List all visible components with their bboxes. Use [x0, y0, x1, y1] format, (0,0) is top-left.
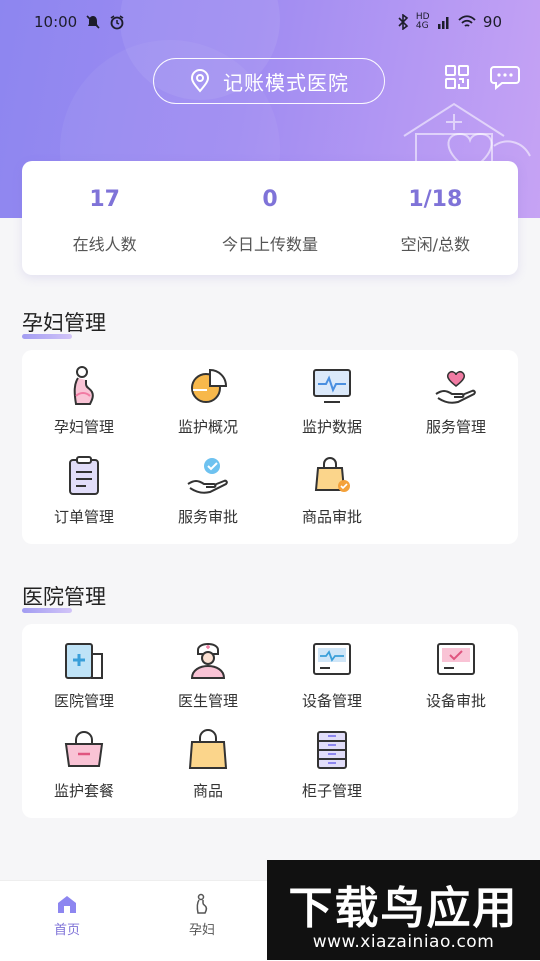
- bag-check-icon: [314, 457, 350, 492]
- section-title-text: 医院管理: [22, 585, 106, 609]
- signal-icon: [437, 17, 449, 29]
- pregnant-tab-icon: [196, 893, 208, 914]
- tab-label: 首页: [53, 923, 80, 938]
- menu-item-service-management[interactable]: 服务管理: [394, 364, 518, 438]
- wifi-icon: [458, 15, 476, 27]
- stat-label: 在线人数: [72, 235, 137, 254]
- menu-item-service-approval[interactable]: 服务审批: [146, 454, 270, 528]
- menu-item-cabinet-management[interactable]: 柜子管理: [270, 728, 394, 802]
- stat-online-count[interactable]: 17 在线人数: [22, 161, 187, 275]
- menu-item-label: 柜子管理: [301, 782, 362, 800]
- watermark-url: www.xiazainiao.com: [312, 932, 495, 952]
- message-icon[interactable]: [490, 64, 520, 90]
- hospital-menu-grid: 医院管理 医生管理 设备管理 设备审批 监护套餐 商品 柜子管理: [22, 638, 518, 802]
- menu-item-label: 服务审批: [177, 508, 238, 526]
- watermark-overlay: 下载鸟应用 www.xiazainiao.com: [267, 860, 540, 960]
- alarm-icon: [110, 15, 124, 30]
- hospital-menu-card: 医院管理 医生管理 设备管理 设备审批 监护套餐 商品 柜子管理: [22, 624, 518, 818]
- device-approve-icon: [437, 643, 475, 675]
- menu-item-label: 设备管理: [301, 692, 362, 710]
- menu-item-products[interactable]: 商品: [146, 728, 270, 802]
- menu-item-label: 孕妇管理: [53, 418, 114, 436]
- menu-item-label: 商品审批: [301, 508, 362, 526]
- menu-item-hospital-management[interactable]: 医院管理: [22, 638, 146, 712]
- menu-item-label: 医生管理: [177, 692, 238, 710]
- network-type: HD 4G: [415, 12, 430, 31]
- battery-level: 90: [482, 13, 502, 31]
- bluetooth-icon: [398, 14, 409, 30]
- stat-value: 17: [89, 187, 120, 212]
- hospital-name: 记账模式医院: [223, 70, 349, 95]
- hospital-icon: [65, 643, 103, 679]
- cabinet-icon: [317, 731, 347, 769]
- status-time: 10:00: [34, 13, 78, 31]
- mute-icon: [86, 15, 100, 29]
- menu-item-label: 服务管理: [425, 418, 486, 436]
- tab-label: 孕妇: [188, 923, 215, 938]
- menu-item-doctor-management[interactable]: 医生管理: [146, 638, 270, 712]
- watermark-brand: 下载鸟应用: [288, 883, 519, 934]
- package-icon: [64, 731, 104, 767]
- stat-uploads-today[interactable]: 0 今日上传数量: [187, 161, 352, 275]
- qr-code-icon[interactable]: [444, 64, 470, 90]
- tab-pregnant[interactable]: 孕妇: [162, 893, 242, 938]
- stats-card: 17 在线人数 0 今日上传数量 1/18 空闲/总数: [22, 161, 518, 275]
- menu-item-label: 商品: [192, 782, 223, 800]
- doctor-icon: [190, 643, 226, 679]
- home-icon: [58, 896, 76, 913]
- menu-item-label: 订单管理: [53, 508, 114, 526]
- hospital-selector[interactable]: 记账模式医院: [153, 58, 385, 104]
- menu-item-monitoring-data[interactable]: 监护数据: [270, 364, 394, 438]
- status-bar: 10:00 HD 4G 90: [0, 0, 540, 46]
- stat-label: 今日上传数量: [221, 235, 318, 254]
- menu-item-device-management[interactable]: 设备管理: [270, 638, 394, 712]
- pregnant-woman-icon: [73, 366, 94, 405]
- menu-item-label: 监护套餐: [53, 782, 114, 800]
- clipboard-icon: [69, 456, 99, 495]
- shopping-bag-icon: [188, 729, 228, 769]
- section-title-text: 孕妇管理: [22, 311, 106, 335]
- menu-item-label: 监护数据: [301, 418, 362, 436]
- menu-item-label: 监护概况: [177, 418, 238, 436]
- stat-value: 0: [262, 187, 278, 212]
- device-icon: [313, 643, 351, 675]
- stat-value: 1/18: [408, 187, 463, 212]
- pie-chart-icon: [191, 368, 228, 403]
- menu-item-monitoring-package[interactable]: 监护套餐: [22, 728, 146, 802]
- status-right: HD 4G 90: [397, 13, 502, 31]
- section-title-pregnant: 孕妇管理: [22, 307, 106, 339]
- stat-idle-total[interactable]: 1/18 空闲/总数: [353, 161, 518, 275]
- pregnant-menu-card: 孕妇管理 监护概况 监护数据 服务管理 订单管理 服务审批 商品审批: [22, 350, 518, 544]
- menu-item-device-approval[interactable]: 设备审批: [394, 638, 518, 712]
- section-title-hospital: 医院管理: [22, 581, 106, 613]
- pregnant-menu-grid: 孕妇管理 监护概况 监护数据 服务管理 订单管理 服务审批 商品审批: [22, 364, 518, 528]
- status-left: 10:00: [34, 13, 125, 31]
- menu-item-label: 设备审批: [425, 692, 486, 710]
- approve-hand-icon: [187, 458, 228, 494]
- menu-item-monitoring-overview[interactable]: 监护概况: [146, 364, 270, 438]
- menu-item-pregnant-management[interactable]: 孕妇管理: [22, 364, 146, 438]
- menu-item-product-approval[interactable]: 商品审批: [270, 454, 394, 528]
- menu-item-label: 医院管理: [53, 692, 114, 710]
- tab-home[interactable]: 首页: [27, 893, 107, 938]
- heart-hand-icon: [435, 371, 476, 404]
- location-pin-icon: [190, 69, 210, 93]
- stat-label: 空闲/总数: [400, 235, 471, 254]
- menu-item-order-management[interactable]: 订单管理: [22, 454, 146, 528]
- monitor-data-icon: [313, 369, 351, 403]
